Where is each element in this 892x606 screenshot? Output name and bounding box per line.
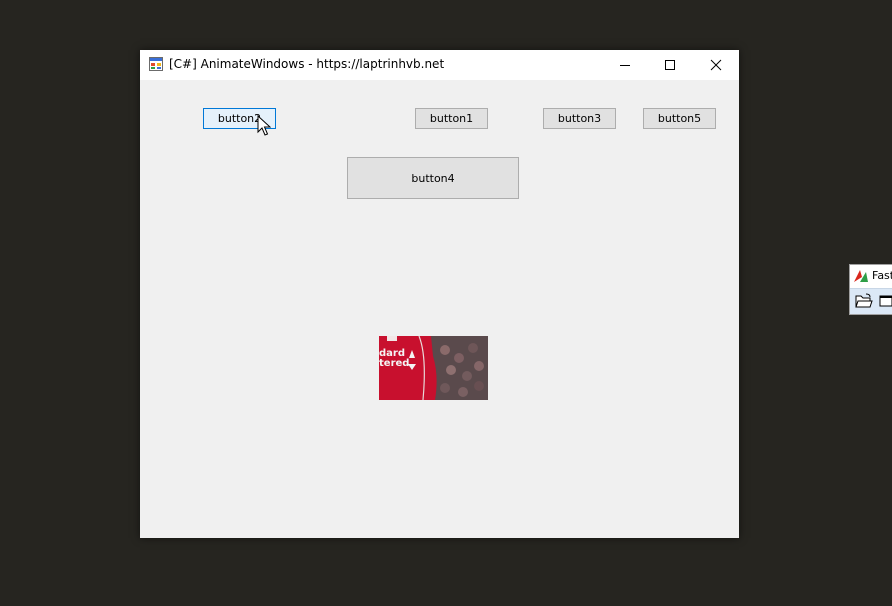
- fast-window-title: Fast: [872, 269, 892, 282]
- desktop: [C#] AnimateWindows - https://laptrinhvb…: [0, 0, 892, 606]
- mouse-cursor-icon: [257, 115, 271, 136]
- winforms-app-icon: [149, 57, 163, 71]
- button5[interactable]: button5: [643, 108, 716, 129]
- jersey-text-line2: tered: [379, 358, 409, 369]
- button4[interactable]: button4: [347, 157, 519, 199]
- window-icon[interactable]: [879, 294, 892, 308]
- fast-app-icon: [854, 270, 868, 282]
- close-button[interactable]: [693, 50, 738, 79]
- maximize-button[interactable]: [647, 50, 692, 79]
- fast-title-bar[interactable]: Fast: [850, 265, 892, 287]
- minimize-icon: [619, 64, 630, 66]
- window-title: [C#] AnimateWindows - https://laptrinhvb…: [169, 57, 445, 71]
- form-client-area: button2 button1 button3 button5 button4: [140, 80, 739, 538]
- fast-app-window[interactable]: Fast: [849, 264, 892, 315]
- button1[interactable]: button1: [415, 108, 488, 129]
- picture-box: dard tered: [379, 336, 488, 400]
- button3[interactable]: button3: [543, 108, 616, 129]
- fast-toolbar: [850, 288, 892, 314]
- football-jersey-photo: dard tered: [379, 336, 488, 400]
- maximize-icon: [664, 59, 675, 70]
- close-icon: [710, 59, 721, 70]
- open-folder-icon[interactable]: [855, 293, 873, 309]
- title-bar[interactable]: [C#] AnimateWindows - https://laptrinhvb…: [140, 50, 739, 80]
- minimize-button[interactable]: [602, 50, 647, 79]
- animate-windows-form: [C#] AnimateWindows - https://laptrinhvb…: [140, 50, 739, 538]
